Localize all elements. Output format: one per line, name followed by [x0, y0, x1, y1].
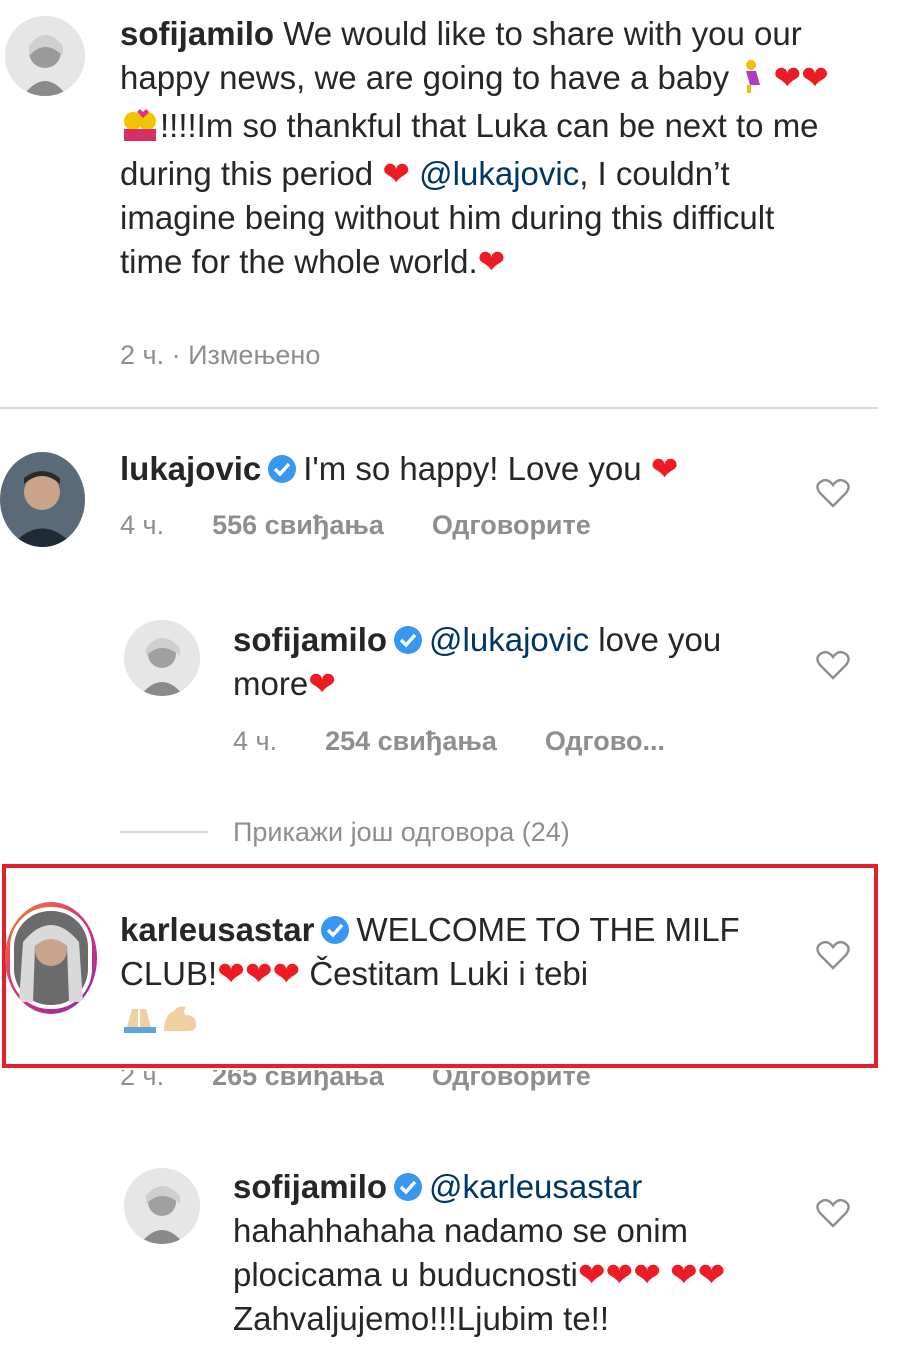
- avatar-image: [10, 907, 92, 1009]
- verified-badge-icon: [321, 916, 350, 944]
- red-heart-emoji: ❤: [272, 955, 301, 992]
- avatar-image: [5, 16, 85, 96]
- red-heart-emoji: ❤: [650, 450, 679, 487]
- comment-body-2: Čestitam Luki i tebi: [300, 955, 589, 992]
- red-heart-emoji: ❤: [382, 155, 410, 192]
- heart-outline-icon[interactable]: [816, 940, 850, 970]
- reply-mention[interactable]: @lukajovic: [429, 621, 589, 658]
- red-heart-emoji: ❤: [244, 955, 273, 992]
- comment-avatar-lukajovic[interactable]: [0, 452, 85, 547]
- reply-avatar-sofijamilo[interactable]: [124, 620, 200, 696]
- heart-outline-icon[interactable]: [816, 478, 850, 508]
- post-username[interactable]: sofijamilo: [120, 15, 274, 52]
- red-heart-emoji: ❤: [308, 665, 336, 702]
- verified-badge-icon: [394, 626, 423, 654]
- comment-time: 4 ч.: [120, 510, 165, 540]
- post-edited: · Измењено: [164, 340, 321, 370]
- comment-likes[interactable]: 556 свиђања: [212, 510, 384, 540]
- avatar-image: [124, 620, 200, 696]
- couple-with-heart-emoji-icon: [120, 107, 160, 152]
- red-heart-emoji: ❤: [217, 955, 245, 992]
- reply-button[interactable]: Одговорите: [432, 510, 591, 540]
- verified-badge-icon: [394, 1173, 423, 1201]
- pregnant-woman-emoji-icon: [738, 59, 764, 104]
- reply-likes[interactable]: 254 свиђања: [325, 726, 497, 756]
- red-heart-emoji: ❤: [801, 59, 829, 96]
- comment-body: I'm so happy! Love you: [303, 450, 642, 487]
- view-replies-line: [120, 831, 208, 833]
- comment-text: lukajovic I'm so happy! Love you ❤: [120, 447, 800, 491]
- reply-time: 4 ч.: [233, 726, 278, 756]
- reply-meta: 4 ч. 254 свиђања Одгово...: [233, 726, 713, 757]
- reply-body-2: Zahvaljujemo!!!Ljubim te!!: [233, 1300, 610, 1337]
- comment-meta: 4 ч. 556 свиђања Одговорите: [120, 510, 639, 541]
- post-caption: sofijamilo We would like to share with y…: [120, 12, 840, 284]
- reply-button[interactable]: Одговорите: [432, 1070, 591, 1091]
- red-heart-emoji: ❤: [605, 1256, 634, 1293]
- post-time: 2 ч.: [120, 340, 165, 370]
- reply-text: sofijamilo @karleusastar hahahhahaha nada…: [233, 1165, 793, 1341]
- caption-mention[interactable]: @lukajovic: [419, 155, 579, 192]
- heart-outline-icon[interactable]: [816, 1198, 850, 1228]
- red-heart-emoji: ❤: [633, 1256, 661, 1293]
- red-heart-emoji: ❤: [697, 1256, 726, 1293]
- comment-likes[interactable]: 265 свиђања: [212, 1070, 384, 1091]
- post-meta: 2 ч. · Измењено: [120, 340, 368, 371]
- avatar-image: [124, 1168, 200, 1244]
- comment-username[interactable]: lukajovic: [120, 450, 261, 487]
- heart-outline-icon[interactable]: [816, 650, 850, 680]
- red-heart-emoji: ❤: [477, 243, 506, 280]
- avatar-image: [0, 452, 85, 547]
- reply-button[interactable]: Одгово...: [545, 726, 665, 756]
- reply-username[interactable]: sofijamilo: [233, 1168, 387, 1205]
- flexed-biceps-emoji-icon: [160, 1000, 200, 1044]
- comment-username[interactable]: karleusastar: [120, 911, 314, 948]
- red-heart-emoji: ❤: [773, 59, 802, 96]
- verified-badge-icon: [268, 455, 297, 483]
- reply-username[interactable]: sofijamilo: [233, 621, 387, 658]
- reply-text: sofijamilo @lukajovic love you more❤: [233, 618, 793, 706]
- folded-hands-emoji-icon: [120, 1000, 160, 1044]
- post-avatar[interactable]: [5, 16, 85, 96]
- view-more-replies[interactable]: Прикажи још одговора (24): [233, 817, 570, 848]
- comment-avatar-karleusastar[interactable]: [5, 902, 97, 1014]
- comment-text: karleusastar WELCOME TO THE MILF CLUB!❤❤❤…: [120, 908, 810, 1044]
- reply-mention[interactable]: @karleusastar: [429, 1168, 642, 1205]
- divider: [0, 407, 878, 409]
- red-heart-emoji: ❤: [670, 1256, 698, 1293]
- reply-avatar-sofijamilo[interactable]: [124, 1168, 200, 1244]
- red-heart-emoji: ❤: [577, 1256, 606, 1293]
- comment-time: 2 ч.: [120, 1070, 165, 1091]
- comment-meta-partial: 2 ч. 265 свиђања Одговорите: [120, 1070, 639, 1092]
